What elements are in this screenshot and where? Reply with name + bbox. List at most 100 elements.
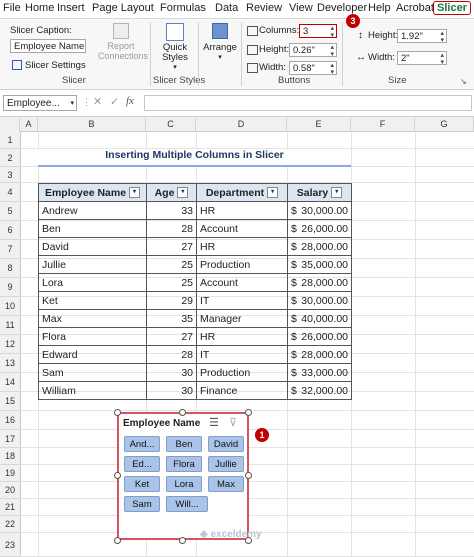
name-box[interactable]: Employee... ▾ xyxy=(3,95,77,111)
menu-acrobat[interactable]: Acrobat xyxy=(396,2,434,14)
resize-handle[interactable] xyxy=(114,409,121,416)
column-header[interactable]: F xyxy=(351,117,415,131)
report-connections-button[interactable]: Report Connections xyxy=(98,23,148,61)
column-header[interactable]: G xyxy=(415,117,474,131)
row-header[interactable]: 23 xyxy=(0,533,20,557)
quick-styles-button[interactable]: Quick Styles ▾ xyxy=(158,23,192,71)
slicer-item[interactable]: Ed... xyxy=(124,456,160,472)
row-header[interactable]: 9 xyxy=(0,278,20,297)
cell-salary[interactable]: $26,000.00 xyxy=(287,219,352,238)
arrange-button[interactable]: Arrange ▾ xyxy=(203,23,237,61)
row-header[interactable]: 15 xyxy=(0,392,20,411)
columns-input[interactable]: 3 ▴ ▾ xyxy=(299,24,337,39)
cell-department[interactable]: IT xyxy=(196,291,288,310)
row-header[interactable]: 4 xyxy=(0,183,20,202)
spinner-icon[interactable]: ▴ ▾ xyxy=(440,30,444,44)
slicer-item[interactable]: Ben xyxy=(166,436,202,452)
cell-name[interactable]: Jullie xyxy=(38,255,147,274)
cell-department[interactable]: Production xyxy=(196,255,288,274)
cell-department[interactable]: Finance xyxy=(196,381,288,400)
cell-name[interactable]: William xyxy=(38,381,147,400)
cell-name[interactable]: Sam xyxy=(38,363,147,382)
slicer-settings-button[interactable]: Slicer Settings xyxy=(12,60,86,71)
cell-department[interactable]: Manager xyxy=(196,309,288,328)
column-header[interactable]: B xyxy=(38,117,146,131)
button-height-input[interactable]: 0.26" ▴ ▾ xyxy=(289,43,337,58)
cell-department[interactable]: IT xyxy=(196,345,288,364)
slicer-item[interactable]: Max xyxy=(208,476,244,492)
select-all-corner[interactable] xyxy=(0,117,20,131)
row-header[interactable]: 14 xyxy=(0,373,20,392)
filter-dropdown-icon[interactable]: ▾ xyxy=(129,187,141,199)
row-header[interactable]: 6 xyxy=(0,221,20,240)
menu-home[interactable]: Home xyxy=(25,2,54,14)
size-height-input[interactable]: 1.92" ▴ ▾ xyxy=(397,29,447,44)
cell-salary[interactable]: $33,000.00 xyxy=(287,363,352,382)
cell-salary[interactable]: $28,000.00 xyxy=(287,237,352,256)
cell-age[interactable]: 28 xyxy=(146,219,197,238)
cell-department[interactable]: HR xyxy=(196,201,288,220)
enter-icon[interactable]: ✓ xyxy=(110,95,119,108)
slicer-item[interactable]: David xyxy=(208,436,244,452)
cell-age[interactable]: 29 xyxy=(146,291,197,310)
cell-age[interactable]: 33 xyxy=(146,201,197,220)
cell-name[interactable]: Flora xyxy=(38,327,147,346)
cell-name[interactable]: Lora xyxy=(38,273,147,292)
row-header[interactable]: 11 xyxy=(0,316,20,335)
employee-name-slicer[interactable]: Employee Name ☰ ⊽ And... Ben David Ed... Flo… xyxy=(117,412,249,540)
cell-age[interactable]: 27 xyxy=(146,237,197,256)
cell-salary[interactable]: $30,000.00 xyxy=(287,291,352,310)
clear-filter-icon[interactable]: ⊽ xyxy=(229,416,237,429)
spinner-icon[interactable]: ▴ ▾ xyxy=(330,62,334,76)
cell-department[interactable]: Account xyxy=(196,219,288,238)
slicer-item[interactable]: Will... xyxy=(166,496,208,512)
cell-salary[interactable]: $28,000.00 xyxy=(287,273,352,292)
row-header[interactable]: 22 xyxy=(0,516,20,533)
cell-age[interactable]: 30 xyxy=(146,381,197,400)
cell-age[interactable]: 27 xyxy=(146,327,197,346)
spinner-icon[interactable]: ▴ ▾ xyxy=(440,52,444,66)
cell-age[interactable]: 25 xyxy=(146,273,197,292)
cell-department[interactable]: HR xyxy=(196,237,288,256)
cell-salary[interactable]: $26,000.00 xyxy=(287,327,352,346)
slicer-item[interactable]: Ket xyxy=(124,476,160,492)
column-header[interactable]: A xyxy=(20,117,38,131)
row-header[interactable]: 16 xyxy=(0,411,20,430)
row-header[interactable]: 8 xyxy=(0,259,20,278)
multi-select-icon[interactable]: ☰ xyxy=(209,416,219,429)
menu-help[interactable]: Help xyxy=(368,2,391,14)
cell-salary[interactable]: $40,000.00 xyxy=(287,309,352,328)
cell-department[interactable]: HR xyxy=(196,327,288,346)
resize-handle[interactable] xyxy=(245,472,252,479)
menu-review[interactable]: Review xyxy=(246,2,282,14)
filter-dropdown-icon[interactable]: ▾ xyxy=(177,187,189,199)
filter-dropdown-icon[interactable]: ▾ xyxy=(267,187,279,199)
row-header[interactable]: 10 xyxy=(0,297,20,316)
cell-name[interactable]: Ket xyxy=(38,291,147,310)
resize-handle[interactable] xyxy=(114,537,121,544)
column-header[interactable]: C xyxy=(146,117,196,131)
cell-name[interactable]: Max xyxy=(38,309,147,328)
row-header[interactable]: 5 xyxy=(0,202,20,221)
menu-developer[interactable]: Developer xyxy=(317,2,367,14)
menu-view[interactable]: View xyxy=(289,2,313,14)
row-header[interactable]: 3 xyxy=(0,167,20,183)
menu-data[interactable]: Data xyxy=(215,2,238,14)
row-header[interactable]: 18 xyxy=(0,448,20,465)
menu-file[interactable]: File xyxy=(3,2,21,14)
cell-name[interactable]: Ben xyxy=(38,219,147,238)
row-header[interactable]: 2 xyxy=(0,149,20,167)
cell-name[interactable]: Edward xyxy=(38,345,147,364)
dialog-launcher-icon[interactable]: ↘ xyxy=(460,77,467,86)
filter-dropdown-icon[interactable]: ▾ xyxy=(331,187,343,199)
menu-formulas[interactable]: Formulas xyxy=(160,2,206,14)
slicer-item[interactable]: And... xyxy=(124,436,160,452)
slicer-caption-input[interactable]: Employee Name xyxy=(10,39,86,53)
menu-slicer[interactable]: Slicer xyxy=(433,1,471,15)
cell-age[interactable]: 30 xyxy=(146,363,197,382)
resize-handle[interactable] xyxy=(114,472,121,479)
column-header[interactable]: D xyxy=(196,117,287,131)
row-header[interactable]: 13 xyxy=(0,354,20,373)
cell-department[interactable]: Production xyxy=(196,363,288,382)
cell-salary[interactable]: $30,000.00 xyxy=(287,201,352,220)
